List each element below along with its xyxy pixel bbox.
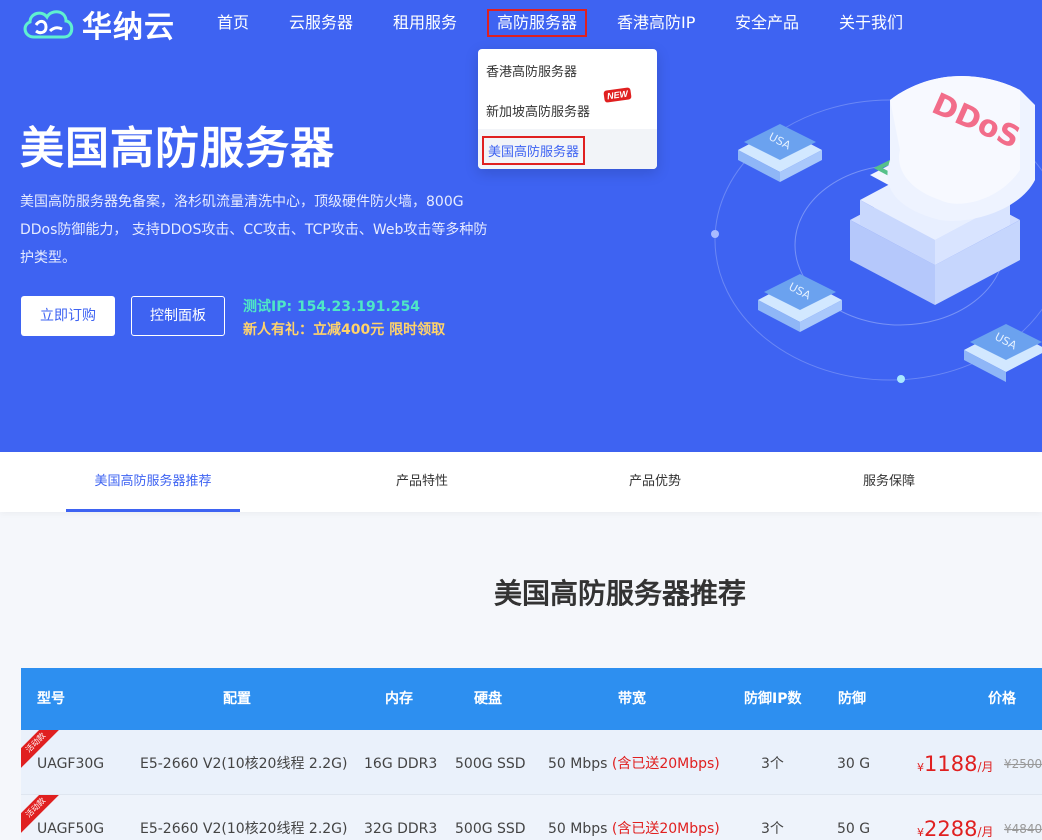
th-ip-count: 防御IP数 xyxy=(744,691,802,707)
hero-title: 美国高防服务器 xyxy=(20,123,335,174)
shield-icon: DDoS xyxy=(887,76,1035,221)
product-table: 型号 配置 内存 硬盘 带宽 防御IP数 防御 价格 活动款 UAGF30G E… xyxy=(21,668,1042,840)
nav-security-products[interactable]: 安全产品 xyxy=(735,0,799,46)
usa-node-icon: USA xyxy=(758,274,842,332)
cell-old-price: ¥2500/ xyxy=(1004,757,1042,771)
brand-name: 华纳云 xyxy=(82,10,175,45)
th-disk: 硬盘 xyxy=(474,691,502,707)
hero-banner: 华纳云 首页 云服务器 租用服务 高防服务器 香港高防IP 安全产品 关于我们 … xyxy=(0,0,1042,452)
cell-memory: 32G DDR3 xyxy=(364,821,438,837)
ddos-shield-illustration: DDoS USA USA USA xyxy=(711,76,1042,383)
hero-description: 美国高防服务器免备案，洛杉矶流量清洗中心，顶级硬件防火墙，800G DDos防御… xyxy=(20,194,488,266)
bandwidth-value: 50 Mbps xyxy=(548,821,608,837)
section-title: 美国高防服务器推荐 xyxy=(493,577,746,610)
price-value: 2288 xyxy=(924,817,978,840)
nav-about-us[interactable]: 关于我们 xyxy=(839,0,903,46)
cloud-logo-icon xyxy=(23,10,74,39)
cell-defense: 30 G xyxy=(837,756,871,772)
table-header: 型号 配置 内存 硬盘 带宽 防御IP数 防御 价格 xyxy=(21,668,1042,730)
cell-old-price: ¥4840/ xyxy=(1004,822,1042,836)
cell-defense: 50 G xyxy=(837,821,871,837)
cell-model: UAGF30G xyxy=(37,756,105,772)
tab-recommend[interactable]: 美国高防服务器推荐 xyxy=(66,452,240,512)
cell-model: UAGF50G xyxy=(37,821,105,837)
th-price: 价格 xyxy=(988,691,1016,707)
th-model: 型号 xyxy=(37,691,65,707)
table-row[interactable]: 活动款 UAGF50G E5-2660 V2(10核20线程 2.2G) 32G… xyxy=(21,795,1042,840)
price-value: 1188 xyxy=(924,752,978,776)
usa-node-icon: USA xyxy=(964,324,1042,382)
nav-dropdown-menu: 香港高防服务器 新加坡高防服务器 NEW 美国高防服务器 xyxy=(478,49,657,169)
buy-now-button[interactable]: 立即订购 xyxy=(21,296,115,336)
section-tabs: 美国高防服务器推荐 产品特性 产品优势 服务保障 xyxy=(0,452,1042,512)
newcomer-promo-link[interactable]: 新人有礼：立减400元 限时领取 xyxy=(243,319,445,339)
tab-features[interactable]: 产品特性 xyxy=(360,452,484,512)
th-defense: 防御 xyxy=(838,691,866,707)
th-memory: 内存 xyxy=(385,691,413,707)
tab-advantages[interactable]: 产品优势 xyxy=(593,452,717,512)
dropdown-item-hk-ddos-server[interactable]: 香港高防服务器 xyxy=(486,61,577,80)
th-config: 配置 xyxy=(223,691,251,707)
brand-logo[interactable]: 华纳云 xyxy=(20,4,175,45)
cell-price: ¥2288/月 xyxy=(917,795,994,840)
nav-rental-service[interactable]: 租用服务 xyxy=(393,0,457,46)
tab-service-guarantee[interactable]: 服务保障 xyxy=(827,452,951,512)
test-ip-text: 测试IP: 154.23.191.254 xyxy=(243,299,421,315)
dropdown-item-us-ddos-server[interactable]: 美国高防服务器 xyxy=(482,136,586,165)
cell-ip-count: 3个 xyxy=(761,756,784,772)
cell-disk: 500G SSD xyxy=(455,756,526,772)
nav-hk-ddos-ip[interactable]: 香港高防IP xyxy=(617,0,695,46)
cell-bandwidth: 50 Mbps (含已送20Mbps) xyxy=(548,730,720,794)
cell-memory: 16G DDR3 xyxy=(364,756,438,772)
price-unit: /月 xyxy=(977,760,994,774)
cell-config: E5-2660 V2(10核20线程 2.2G) xyxy=(140,821,348,837)
usa-node-icon: USA xyxy=(738,124,822,182)
cell-price: ¥1188/月 xyxy=(917,730,994,794)
nav-ddos-server[interactable]: 高防服务器 xyxy=(487,9,588,37)
cell-ip-count: 3个 xyxy=(761,821,784,837)
price-unit: /月 xyxy=(977,825,994,839)
th-bandwidth: 带宽 xyxy=(618,691,646,707)
new-badge: NEW xyxy=(603,87,632,103)
nav-cloud-server[interactable]: 云服务器 xyxy=(289,0,353,46)
price-symbol: ¥ xyxy=(917,826,924,839)
price-symbol: ¥ xyxy=(917,761,924,774)
bandwidth-value: 50 Mbps xyxy=(548,756,608,772)
bandwidth-gift: (含已送20Mbps) xyxy=(611,756,720,772)
control-panel-button[interactable]: 控制面板 xyxy=(131,296,225,336)
nav-home[interactable]: 首页 xyxy=(217,0,249,46)
table-row[interactable]: 活动款 UAGF30G E5-2660 V2(10核20线程 2.2G) 16G… xyxy=(21,730,1042,795)
cell-disk: 500G SSD xyxy=(455,821,526,837)
cell-bandwidth: 50 Mbps (含已送20Mbps) xyxy=(548,795,720,840)
dropdown-item-sg-ddos-server[interactable]: 新加坡高防服务器 xyxy=(486,101,590,120)
cell-config: E5-2660 V2(10核20线程 2.2G) xyxy=(140,756,348,772)
bandwidth-gift: (含已送20Mbps) xyxy=(611,821,720,837)
